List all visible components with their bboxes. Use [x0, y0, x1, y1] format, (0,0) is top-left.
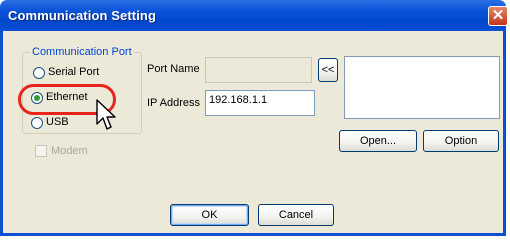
window-title: Communication Setting — [8, 8, 156, 23]
modem-checkbox[interactable] — [35, 145, 47, 157]
close-button[interactable]: ✕ — [488, 6, 508, 26]
port-list-box[interactable] — [344, 56, 500, 119]
serial-port-radio[interactable] — [33, 67, 45, 79]
title-bar[interactable]: Communication Setting ✕ — [0, 0, 508, 31]
serial-port-label[interactable]: Serial Port — [48, 66, 99, 78]
port-name-label: Port Name — [147, 63, 200, 75]
ok-button[interactable]: OK — [170, 204, 249, 226]
communication-port-group-label: Communication Port — [30, 46, 134, 58]
usb-radio[interactable] — [31, 117, 43, 129]
port-name-field[interactable] — [205, 57, 312, 83]
browse-button[interactable]: << — [318, 58, 338, 82]
cancel-button[interactable]: Cancel — [258, 204, 334, 226]
ip-address-field[interactable]: 192.168.1.1 — [205, 90, 315, 116]
usb-label[interactable]: USB — [46, 116, 69, 128]
open-button[interactable]: Open... — [339, 130, 417, 152]
mouse-pointer-icon — [96, 99, 116, 130]
close-icon: ✕ — [491, 7, 505, 24]
modem-label: Modem — [51, 145, 88, 157]
ip-address-label: IP Address — [147, 97, 200, 109]
option-button[interactable]: Option — [423, 130, 499, 152]
